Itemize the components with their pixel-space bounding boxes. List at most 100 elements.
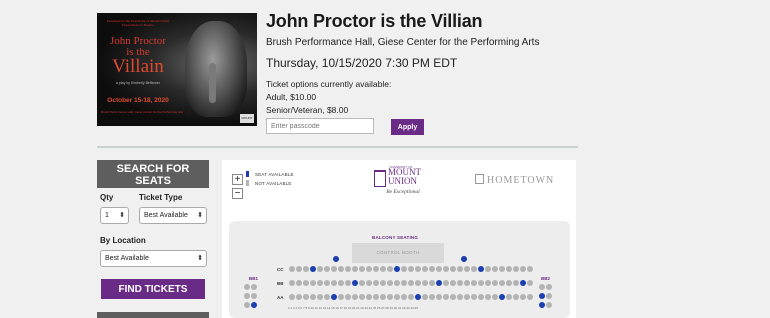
seat[interactable] bbox=[333, 256, 339, 262]
seat bbox=[450, 294, 456, 300]
poster-top-text: Presented by the University of Mount Uni… bbox=[106, 19, 170, 27]
seat[interactable] bbox=[539, 293, 545, 299]
seat bbox=[380, 266, 386, 272]
event-venue: Brush Performance Hall, Giese Center for… bbox=[266, 37, 540, 48]
seat bbox=[338, 280, 344, 286]
poster-finger bbox=[209, 63, 216, 103]
seat bbox=[492, 294, 498, 300]
seat bbox=[317, 266, 323, 272]
seat bbox=[443, 280, 449, 286]
seat bbox=[289, 280, 295, 286]
seat[interactable] bbox=[251, 302, 257, 308]
seat bbox=[457, 266, 463, 272]
seat bbox=[352, 266, 358, 272]
poster-logo: MOUNT UNION bbox=[240, 114, 254, 126]
qty-select[interactable]: 1 ⬍ bbox=[100, 207, 129, 224]
ticket-options-heading: Ticket options currently available: bbox=[266, 79, 392, 89]
seat bbox=[457, 280, 463, 286]
apply-button[interactable]: Apply bbox=[391, 119, 424, 135]
seat bbox=[345, 266, 351, 272]
ticket-type-select[interactable]: Best Available ⬍ bbox=[139, 207, 207, 224]
qty-caret-icon: ⬍ bbox=[119, 212, 125, 219]
seat bbox=[464, 266, 470, 272]
seat[interactable] bbox=[499, 294, 505, 300]
seat bbox=[303, 294, 309, 300]
seat[interactable] bbox=[331, 294, 337, 300]
seat bbox=[408, 266, 414, 272]
ticket-type-label: Ticket Type bbox=[139, 193, 183, 202]
seat bbox=[317, 280, 323, 286]
seat bbox=[373, 294, 379, 300]
seat bbox=[338, 294, 344, 300]
seat bbox=[422, 280, 428, 286]
seat bbox=[401, 294, 407, 300]
seat bbox=[408, 294, 414, 300]
mount-union-logo: UNIVERSITY OF MOUNT UNION Be Exceptional bbox=[370, 165, 432, 201]
location-label: By Location bbox=[100, 236, 146, 245]
legend-unavailable-swatch bbox=[246, 180, 249, 186]
seat[interactable] bbox=[310, 266, 316, 272]
seat bbox=[345, 294, 351, 300]
hometown-logo: HOMETOWN bbox=[475, 174, 554, 186]
seat bbox=[338, 266, 344, 272]
seat bbox=[401, 266, 407, 272]
section-divider bbox=[97, 146, 578, 148]
seat bbox=[380, 280, 386, 286]
seat[interactable] bbox=[415, 294, 421, 300]
seat[interactable] bbox=[352, 280, 358, 286]
qty-value: 1 bbox=[105, 212, 109, 219]
seat[interactable] bbox=[436, 280, 442, 286]
location-select[interactable]: Best Available ⬍ bbox=[100, 250, 207, 267]
seat bbox=[366, 280, 372, 286]
box-left-label: BB1 bbox=[249, 276, 259, 281]
seat bbox=[289, 294, 295, 300]
seat bbox=[310, 280, 316, 286]
seat bbox=[422, 294, 428, 300]
seat-numbers-row: 1 2 3 4 5 6 7 8 9 10 11 12 13 14 15 16 1… bbox=[288, 306, 418, 310]
search-heading-line1: SEARCH FOR bbox=[116, 163, 190, 175]
hometown-icon bbox=[475, 174, 484, 184]
ticket-type-caret-icon: ⬍ bbox=[197, 212, 203, 219]
search-heading-line2: SEATS bbox=[135, 175, 171, 187]
seat[interactable] bbox=[520, 280, 526, 286]
box-right-label: BB2 bbox=[541, 276, 551, 281]
seat bbox=[324, 280, 330, 286]
zoom-in-button[interactable]: + bbox=[232, 174, 243, 185]
seat bbox=[478, 280, 484, 286]
seat bbox=[303, 280, 309, 286]
seat bbox=[331, 266, 337, 272]
seat bbox=[324, 294, 330, 300]
poster-dates: October 15-18, 2020 bbox=[107, 97, 169, 104]
find-tickets-button[interactable]: FIND TICKETS bbox=[101, 279, 205, 299]
seat bbox=[464, 294, 470, 300]
location-caret-icon: ⬍ bbox=[197, 255, 203, 262]
poster-face bbox=[185, 21, 247, 117]
seat bbox=[485, 280, 491, 286]
zoom-out-button[interactable]: − bbox=[232, 188, 243, 199]
seat bbox=[471, 294, 477, 300]
seat bbox=[387, 266, 393, 272]
event-title: John Proctor is the Villian bbox=[266, 11, 483, 31]
seat bbox=[513, 266, 519, 272]
seat bbox=[436, 294, 442, 300]
seat[interactable] bbox=[478, 266, 484, 272]
seat bbox=[366, 294, 372, 300]
poster-title-line3: Villain bbox=[112, 56, 164, 77]
seat bbox=[457, 294, 463, 300]
seat[interactable] bbox=[394, 266, 400, 272]
seat bbox=[394, 294, 400, 300]
passcode-input[interactable] bbox=[266, 118, 374, 134]
seat bbox=[513, 280, 519, 286]
seat bbox=[244, 302, 250, 308]
seat bbox=[345, 280, 351, 286]
legend-available-label: SEAT AVAILABLE bbox=[255, 172, 294, 177]
seat bbox=[373, 266, 379, 272]
control-booth: CONTROL BOOTH bbox=[352, 243, 444, 263]
seat bbox=[415, 266, 421, 272]
seat bbox=[485, 294, 491, 300]
seat[interactable] bbox=[539, 302, 545, 308]
seat bbox=[380, 294, 386, 300]
seat bbox=[331, 280, 337, 286]
seat[interactable] bbox=[461, 256, 467, 262]
seat bbox=[546, 293, 552, 299]
